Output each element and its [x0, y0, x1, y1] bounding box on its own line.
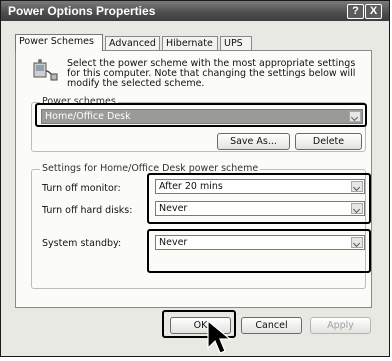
turn-off-monitor-label: Turn off monitor:: [42, 183, 121, 194]
help-button[interactable]: ?: [347, 4, 364, 19]
tab-ups[interactable]: UPS: [220, 36, 252, 50]
mouse-pointer-icon: [206, 319, 236, 358]
system-standby-label: System standby:: [42, 238, 122, 249]
turn-off-hard-disks-label: Turn off hard disks:: [42, 205, 133, 216]
cancel-button[interactable]: Cancel: [241, 317, 302, 334]
apply-button[interactable]: Apply: [310, 317, 371, 334]
callout-monitor-disks: [147, 173, 371, 224]
power-scheme-icon: [31, 57, 59, 83]
tab-power-schemes[interactable]: Power Schemes: [15, 34, 103, 51]
tab-hibernate[interactable]: Hibernate: [162, 36, 218, 50]
description-text: Select the power scheme with the most ap…: [67, 58, 356, 89]
callout-power-scheme: [35, 103, 367, 127]
close-button[interactable]: X: [365, 4, 382, 19]
callout-standby: [147, 229, 371, 273]
window-title: Power Options Properties: [8, 4, 156, 18]
tab-advanced[interactable]: Advanced: [105, 36, 160, 50]
save-as-button[interactable]: Save As...: [217, 133, 290, 150]
delete-button[interactable]: Delete: [295, 133, 362, 150]
title-bar[interactable]: Power Options Properties ? X: [1, 1, 389, 21]
